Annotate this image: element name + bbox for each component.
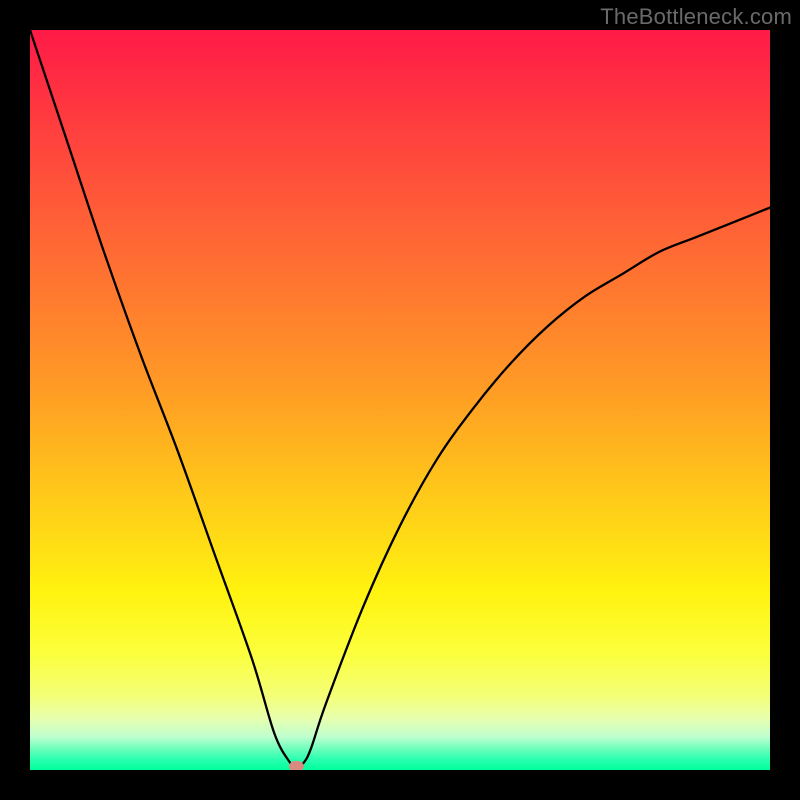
chart-svg [30, 30, 770, 770]
chart-plot-area [30, 30, 770, 770]
minimum-marker [289, 761, 303, 770]
attribution-label: TheBottleneck.com [600, 4, 792, 30]
bottleneck-curve-path [30, 30, 770, 766]
